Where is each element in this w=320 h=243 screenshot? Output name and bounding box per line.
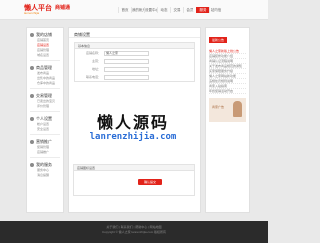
field-label: 主营：: [91, 59, 101, 63]
sidebar-group-title: 商品管理: [36, 64, 52, 70]
basic-info-panel: 基本信息 店铺名称： 懒人之家 主营： 地址： 联系电话：: [74, 42, 195, 82]
form-row: 店铺名称： 懒人之家: [75, 49, 194, 57]
sidebar-group-goods: 商品管理 发布商品 出售中的商品 仓库中的商品: [27, 64, 63, 89]
trade-icon: [30, 93, 34, 98]
shop-icon: [30, 32, 34, 37]
sidebar-item[interactable]: 评价管理: [30, 104, 63, 109]
sidebar-group-title: 个人设置: [36, 115, 52, 121]
service-icon: [30, 162, 34, 167]
divider: [30, 111, 60, 112]
field-label: 联系电话：: [85, 75, 101, 79]
sidebar-item[interactable]: 安全设置: [30, 127, 63, 132]
field-label: 店铺名称：: [85, 51, 101, 55]
nav-item-trade[interactable]: 交易: [170, 7, 183, 13]
logo-sub-text: lanrenzhijia: [24, 11, 40, 15]
sidebar-group-title: 我的服务: [36, 161, 52, 167]
phone-input[interactable]: [104, 74, 149, 80]
nav-item-service[interactable]: 服务: [196, 7, 209, 13]
panel-title: 店铺图标设置: [74, 165, 194, 171]
form-row: 联系电话：: [75, 73, 194, 81]
page-title: 商铺设置: [69, 28, 200, 38]
watermark-url-text: lanrenzhijia.com: [89, 132, 177, 142]
box-icon: [30, 65, 34, 70]
sidebar-item[interactable]: 域名设置: [30, 53, 63, 58]
nav-item-account[interactable]: 我的帐户: [131, 7, 144, 13]
nav-item-member[interactable]: 会员: [183, 7, 196, 13]
watermark: 懒人源码 lanrenzhijia.com: [74, 113, 192, 143]
sidebar-item[interactable]: 仓库中的商品: [30, 81, 63, 86]
copyright-text: Copyright © 懒人之家 lanrenzhijia.com 版权所有: [101, 230, 167, 234]
form-row: 地址：: [75, 65, 194, 73]
icon-settings-panel: 店铺图标设置: [73, 164, 195, 196]
sidebar-group-header[interactable]: 营销推广: [30, 138, 63, 145]
sidebar: 我的店铺 店铺首页 店铺设置 店铺管理 域名设置 商品管理 发布商品 出售中的商…: [26, 27, 64, 213]
megaphone-icon: [30, 139, 34, 144]
nav-item-messages[interactable]: 站内信: [209, 7, 222, 13]
person-icon: [233, 101, 242, 117]
divider: [30, 157, 60, 158]
main-nav: 首页 我的帐户 设置中心 动态 交易 会员 服务 站内信: [118, 7, 222, 13]
sidebar-group-service: 我的服务 服务中心 消息提醒: [27, 161, 63, 178]
sidebar-item[interactable]: 店铺推广: [30, 150, 63, 155]
nav-item-settings[interactable]: 设置中心: [144, 7, 157, 13]
sidebar-group-header[interactable]: 交易管理: [30, 92, 63, 99]
field-label: 地址：: [91, 67, 101, 71]
submit-button[interactable]: 确认提交: [138, 179, 162, 185]
divider: [30, 134, 60, 135]
sidebar-group-title: 我的店铺: [36, 31, 52, 37]
sidebar-group-header[interactable]: 我的店铺: [30, 31, 63, 38]
sidebar-group-trade: 交易管理 已卖出的宝贝 评价管理: [27, 92, 63, 112]
logo-right-text: 商铺通: [55, 5, 71, 11]
watermark-chinese-text: 懒人源码: [96, 113, 169, 132]
list-item[interactable]: 年终促销活动开启: [209, 89, 246, 94]
sidebar-group-personal: 个人设置 帐户设置 安全设置: [27, 115, 63, 135]
business-input[interactable]: [104, 58, 149, 64]
form-row: 主营：: [75, 57, 194, 65]
nav-item-home[interactable]: 首页: [118, 7, 131, 13]
right-sidebar: 最新公告 懒人之家新版上线公告 店铺装修功能介绍 商铺认证流程说明 关于发布商品…: [205, 27, 250, 213]
sidebar-group-header[interactable]: 商品管理: [30, 64, 63, 71]
divider: [30, 88, 60, 89]
address-input[interactable]: [104, 66, 149, 72]
sidebar-group-shop: 我的店铺 店铺首页 店铺设置 店铺管理 域名设置: [27, 31, 63, 61]
sidebar-group-header[interactable]: 我的服务: [30, 161, 63, 168]
divider: [30, 60, 60, 61]
nav-item-activity[interactable]: 动态: [157, 7, 170, 13]
shop-name-input[interactable]: 懒人之家: [104, 50, 149, 56]
sidebar-group-header[interactable]: 个人设置: [30, 115, 63, 122]
ad-text: 商家广告: [212, 105, 225, 109]
announcement-tab[interactable]: 最新公告: [209, 37, 228, 43]
sidebar-item[interactable]: 消息提醒: [30, 173, 63, 178]
logo[interactable]: 懒人平台 lanrenzhijia 商铺通: [24, 5, 70, 15]
sidebar-group-marketing: 营销推广 促销管理 店铺推广: [27, 138, 63, 158]
sidebar-group-title: 交易管理: [36, 92, 52, 98]
top-bar: 懒人平台 lanrenzhijia 商铺通 首页 我的帐户 设置中心 动态 交易…: [0, 0, 268, 20]
announcement-list: 懒人之家新版上线公告 店铺装修功能介绍 商铺认证流程说明 关于发布商品规范的通知…: [209, 49, 246, 94]
footer: 关于我们 | 联系我们 | 帮助中心 | 网站地图 Copyright © 懒人…: [0, 221, 268, 243]
user-icon: [30, 116, 34, 121]
sidebar-group-title: 营销推广: [36, 138, 52, 144]
ad-banner[interactable]: 商家广告: [209, 98, 246, 122]
